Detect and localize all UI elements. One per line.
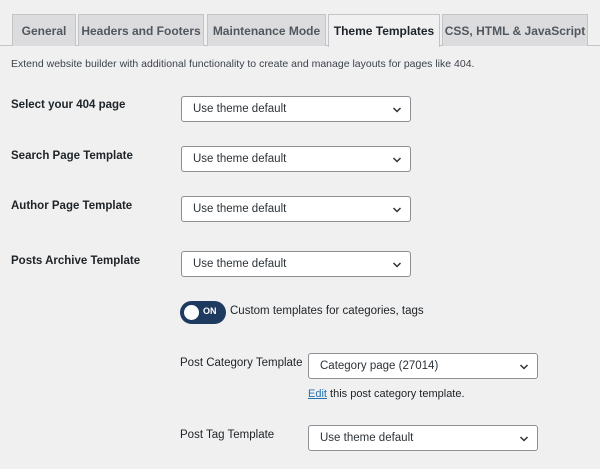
edit-category-link[interactable]: Edit — [308, 388, 327, 400]
label-author-template: Author Page Template — [11, 200, 133, 212]
select-archive-template[interactable]: Use theme default — [181, 251, 411, 277]
chevron-down-icon — [392, 262, 402, 268]
custom-templates-toggle[interactable]: ON — [180, 301, 226, 324]
toggle-knob — [184, 305, 199, 320]
label-search-template: Search Page Template — [11, 150, 133, 162]
select-post-tag-value: Use theme default — [320, 432, 414, 444]
custom-templates-label: Custom templates for categories, tags — [230, 305, 424, 317]
page-description: Extend website builder with additional f… — [11, 58, 475, 70]
select-archive-template-value: Use theme default — [193, 258, 287, 270]
edit-category-line: Edit this post category template. — [308, 388, 465, 400]
chevron-down-icon — [392, 207, 402, 213]
tab-css-html-javascript[interactable]: CSS, HTML & JavaScript — [442, 14, 588, 46]
select-post-category-value: Category page (27014) — [320, 360, 439, 372]
select-author-template[interactable]: Use theme default — [181, 196, 411, 222]
select-author-template-value: Use theme default — [193, 203, 287, 215]
select-search-template-value: Use theme default — [193, 153, 287, 165]
edit-category-suffix: this post category template. — [326, 388, 465, 400]
select-post-tag-template[interactable]: Use theme default — [308, 425, 538, 451]
tab-general[interactable]: General — [12, 14, 76, 46]
chevron-down-icon — [519, 364, 529, 370]
label-post-tag-template: Post Tag Template — [180, 429, 275, 441]
select-search-template[interactable]: Use theme default — [181, 146, 411, 172]
tab-maintenance-mode[interactable]: Maintenance Mode — [207, 14, 326, 46]
label-404-page: Select your 404 page — [11, 99, 126, 111]
select-post-category-template[interactable]: Category page (27014) — [308, 353, 538, 379]
chevron-down-icon — [392, 157, 402, 163]
tab-headers-and-footers[interactable]: Headers and Footers — [78, 14, 204, 46]
settings-tabs: General Headers and Footers Maintenance … — [0, 0, 600, 47]
toggle-state-text: ON — [203, 306, 217, 316]
label-archive-template: Posts Archive Template — [11, 255, 141, 267]
chevron-down-icon — [519, 436, 529, 442]
chevron-down-icon — [392, 107, 402, 113]
select-404-page[interactable]: Use theme default — [181, 96, 411, 122]
label-post-category-template: Post Category Template — [180, 357, 303, 369]
tab-theme-templates[interactable]: Theme Templates — [328, 14, 440, 47]
select-404-page-value: Use theme default — [193, 103, 287, 115]
